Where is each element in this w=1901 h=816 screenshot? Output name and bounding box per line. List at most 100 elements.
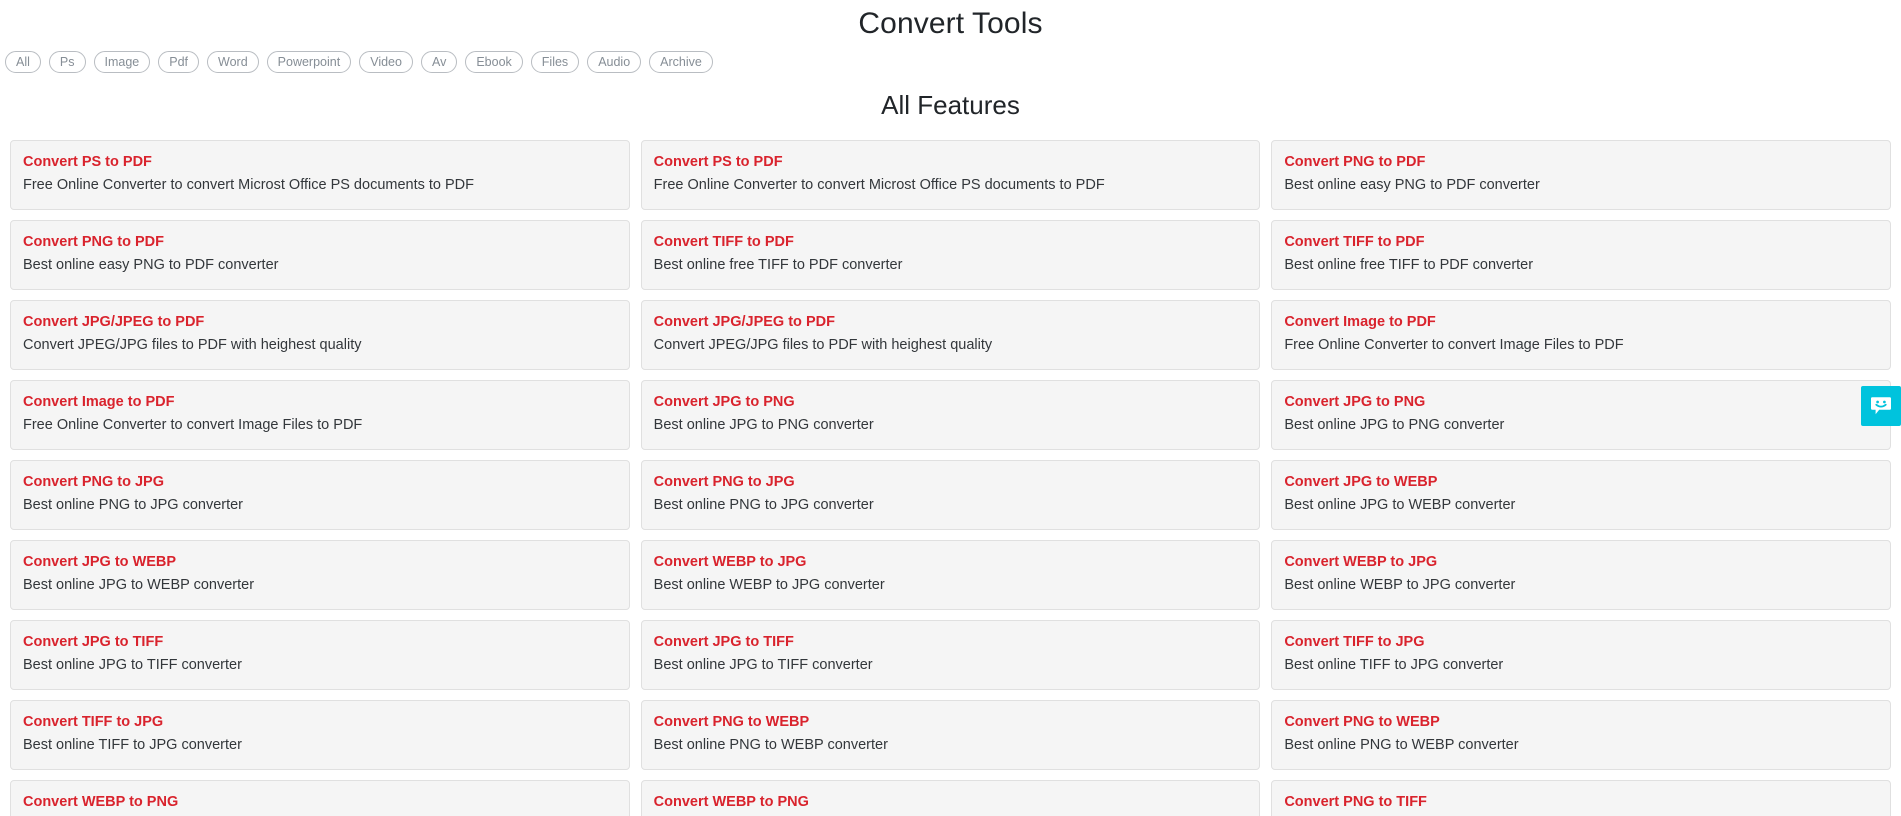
filter-pill-ps[interactable]: Ps xyxy=(48,51,86,73)
feature-card[interactable]: Convert WEBP to PNGBest online WEBP to P… xyxy=(640,779,1261,816)
feature-card[interactable]: Convert PS to PDF Free Online Converter t… xyxy=(640,140,1261,210)
feature-card-description: Best online free TIFF to PDF converter xyxy=(1284,257,1534,274)
feature-card[interactable]: Convert JPG to TIFF Best online JPG to TI… xyxy=(640,619,1261,690)
feature-card[interactable]: Convert Image to PDF Free Online Converte… xyxy=(10,379,630,450)
chat-widget-button[interactable] xyxy=(1861,386,1901,426)
feature-card[interactable]: Convert JPG to WEBP Best online JPG to WE… xyxy=(1271,459,1891,530)
filter-pill-label: Archive xyxy=(660,54,702,69)
feature-card[interactable]: Convert JPG/JPEG to PDF Convert JPEG/JPG … xyxy=(640,299,1261,370)
feature-card[interactable]: Convert PS to PDF Free Online Converter t… xyxy=(10,140,630,210)
feature-card-title: Convert JPG to PNG xyxy=(653,393,795,410)
feature-card-description: Best online JPG to TIFF converter xyxy=(653,657,873,674)
filter-pill-pdf[interactable]: Pdf xyxy=(158,51,200,73)
feature-card-description: Best online TIFF to JPG converter xyxy=(1284,657,1504,674)
feature-card[interactable]: Convert JPG to PNG Best online JPG to PNG… xyxy=(1271,379,1891,450)
feature-card-title: Convert PNG to JPG xyxy=(653,473,795,490)
feature-card[interactable]: Convert JPG to TIFF Best online JPG to TI… xyxy=(10,619,630,690)
feature-card-title: Convert WEBP to PNG xyxy=(653,793,809,810)
feature-card-description: Free Online Converter to convert Microst… xyxy=(653,177,1105,194)
feature-card-title: Convert WEBP to JPG xyxy=(1284,553,1438,570)
feature-card-description: Best online PNG to JPG converter xyxy=(23,497,244,514)
feature-card-title: Convert WEBP to JPG xyxy=(653,553,807,570)
filter-pill-label: Av xyxy=(431,54,447,69)
filter-pill-video[interactable]: Video xyxy=(359,51,413,73)
feature-card-title: Convert JPG to PNG xyxy=(1284,393,1426,410)
filter-pill-label: Image xyxy=(104,54,140,69)
feature-card-title: Convert PNG to WEBP xyxy=(653,713,810,730)
feature-card[interactable]: Convert JPG to WEBP Best online JPG to WE… xyxy=(10,539,630,610)
filter-pill-powerpoint[interactable]: Powerpoint xyxy=(266,51,352,73)
feature-card[interactable]: Convert Image to PDF Free Online Converte… xyxy=(1271,299,1891,370)
filter-pill-label: Powerpoint xyxy=(277,54,341,69)
feature-card-description: Free Online Converter to convert Microst… xyxy=(23,177,475,194)
feature-card-description: Best online TIFF to JPG converter xyxy=(23,737,242,754)
feature-card-description: Best online free TIFF to PDF converter xyxy=(653,257,903,274)
feature-card[interactable]: Convert TIFF to JPG Best online TIFF to J… xyxy=(10,699,630,770)
feature-card[interactable]: Convert TIFF to PDF Best online free TIFF… xyxy=(1271,219,1891,290)
filter-pill-label: Video xyxy=(370,54,402,69)
filter-pill-label: Ps xyxy=(59,54,75,69)
feature-card-description: Best online PNG to WEBP converter xyxy=(653,737,888,754)
filter-pill-word[interactable]: Word xyxy=(207,51,259,73)
filter-pill-ebook[interactable]: Ebook xyxy=(465,51,523,73)
feature-card-title: Convert TIFF to JPG xyxy=(23,713,164,730)
feature-card-description: Best online PNG to WEBP converter xyxy=(1284,737,1519,754)
feature-card-title: Convert Image to PDF xyxy=(1284,313,1436,330)
filter-pill-label: Audio xyxy=(598,54,631,69)
feature-card[interactable]: Convert PNG to JPG Best online PNG to JPG… xyxy=(640,459,1261,530)
feature-card[interactable]: Convert JPG/JPEG to PDF Convert JPEG/JPG … xyxy=(10,299,630,370)
feature-card-description: Best online JPG to WEBP converter xyxy=(1284,497,1516,514)
feature-card-description: Free Online Converter to convert Image F… xyxy=(1284,337,1624,354)
filter-pill-label: Files xyxy=(541,54,569,69)
feature-card[interactable]: Convert JPG to PNG Best online JPG to PNG… xyxy=(640,379,1261,450)
feature-card-description: Best online easy PNG to PDF converter xyxy=(23,257,279,274)
feature-card-description: Best online WEBP to JPG converter xyxy=(653,577,885,594)
feature-card[interactable]: Convert TIFF to JPG Best online TIFF to J… xyxy=(1271,619,1891,690)
feature-card-title: Convert TIFF to PDF xyxy=(1284,233,1425,250)
feature-card-title: Convert JPG/JPEG to PDF xyxy=(653,313,835,330)
feature-card[interactable]: Convert WEBP to JPG Best online WEBP to J… xyxy=(1271,539,1891,610)
feature-card-description: Best online JPG to WEBP converter xyxy=(23,577,255,594)
feature-card-title: Convert PS to PDF xyxy=(23,154,152,170)
filter-pill-files[interactable]: Files xyxy=(530,51,580,73)
feature-card-title: Convert TIFF to JPG xyxy=(1284,633,1425,650)
feature-card-title: Convert Image to PDF xyxy=(23,393,175,410)
feature-card-title: Convert TIFF to PDF xyxy=(653,233,794,250)
feature-card[interactable]: Convert WEBP to JPG Best online WEBP to J… xyxy=(640,539,1261,610)
feature-card[interactable]: Convert PNG to WEBP Best online PNG to WE… xyxy=(1271,699,1891,770)
feature-card-title: Convert PNG to WEBP xyxy=(1284,713,1440,730)
filter-pill-all[interactable]: All xyxy=(5,51,41,73)
feature-card-description: Best online PNG to JPG converter xyxy=(653,497,874,514)
feature-card[interactable]: Convert WEBP to PNGBest online WEBP to P… xyxy=(10,779,630,816)
feature-card-description: Best online easy PNG to PDF converter xyxy=(1284,177,1540,194)
feature-card-title: Convert JPG to WEBP xyxy=(23,553,177,570)
feature-card[interactable]: Convert PNG to PDF Best online easy PNG t… xyxy=(1271,140,1891,210)
feature-card-title: Convert JPG to TIFF xyxy=(23,633,164,650)
feature-card[interactable]: Convert TIFF to PDF Best online free TIFF… xyxy=(640,219,1261,290)
filter-pill-label: Word xyxy=(218,54,248,69)
feature-card[interactable]: Convert PNG to WEBP Best online PNG to WE… xyxy=(640,699,1261,770)
filter-pill-label: Pdf xyxy=(169,54,189,69)
section-title: All Features xyxy=(881,90,1020,120)
feature-card[interactable]: Convert PNG to TIFFBest online PNG to TI… xyxy=(1271,779,1891,816)
filter-pill-label: Ebook xyxy=(476,54,512,69)
feature-card-title: Convert JPG/JPEG to PDF xyxy=(23,313,205,330)
feature-card-description: Convert JPEG/JPG files to PDF with heigh… xyxy=(23,337,362,354)
feature-card-title: Convert PNG to TIFF xyxy=(1284,793,1427,810)
feature-card-description: Best online JPG to PNG converter xyxy=(653,417,874,434)
chat-smiley-icon xyxy=(1869,394,1893,418)
filter-pill-audio[interactable]: Audio xyxy=(587,51,642,73)
feature-card-title: Convert PNG to PDF xyxy=(1284,154,1426,170)
feature-card-description: Free Online Converter to convert Image F… xyxy=(23,417,363,434)
feature-card[interactable]: Convert PNG to PDF Best online easy PNG t… xyxy=(10,219,630,290)
filter-pill-image[interactable]: Image xyxy=(93,51,151,73)
feature-card-title: Convert JPG to WEBP xyxy=(1284,473,1438,490)
feature-card-description: Best online JPG to TIFF converter xyxy=(23,657,242,674)
page-title: Convert Tools xyxy=(858,7,1043,40)
feature-card-title: Convert WEBP to PNG xyxy=(23,793,179,810)
filter-pill-av[interactable]: Av xyxy=(420,51,458,73)
feature-card-title: Convert PS to PDF xyxy=(653,154,783,170)
feature-card[interactable]: Convert PNG to JPG Best online PNG to JPG… xyxy=(10,459,630,530)
feature-card-title: Convert JPG to TIFF xyxy=(653,633,794,650)
filter-pill-archive[interactable]: Archive xyxy=(649,51,713,73)
